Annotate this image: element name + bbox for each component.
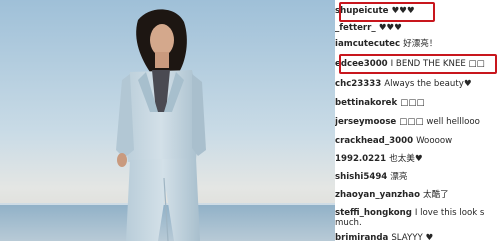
comment-text: I love this look s xyxy=(414,208,485,218)
comment: bettinakorek □□□ xyxy=(335,95,425,111)
comment-username[interactable]: iamcutecutec xyxy=(335,39,400,49)
comment-text: Woooow xyxy=(416,136,453,146)
comment-text: 漂亮 xyxy=(390,172,408,182)
highlight-box-first-comment xyxy=(339,2,435,22)
comments-panel: shupeicute ♥♥♥ _fetterr_ ♥♥♥ iamcutecutec 好… xyxy=(335,0,499,241)
comment-username[interactable]: zhaoyan_yanzhao xyxy=(335,190,420,200)
comment-username[interactable]: jerseymoose xyxy=(335,117,396,127)
comment-text: 好漂亮！ xyxy=(403,39,438,49)
comment: brimiranda SLAYYY ♥ xyxy=(335,230,433,241)
comment: jerseymoose □□□ well helllooo xyxy=(335,114,480,130)
comment-username[interactable]: bettinakorek xyxy=(335,98,397,108)
comment-text: □□□ xyxy=(400,98,425,108)
comment-text: 太酷了 xyxy=(422,190,449,200)
comment-username[interactable]: chc23333 xyxy=(335,79,381,89)
comment-username[interactable]: 1992.0221 xyxy=(335,154,386,164)
comment: crackhead_3000 Woooow xyxy=(335,133,452,149)
comment-username[interactable]: shishi5494 xyxy=(335,172,387,182)
comment-text: □□□ well helllooo xyxy=(399,117,480,127)
comment: zhaoyan_yanzhao 太酷了 xyxy=(335,187,449,203)
comment: chc23333 Always the beauty♥ xyxy=(335,76,472,92)
comment-username[interactable]: crackhead_3000 xyxy=(335,136,413,146)
woman-in-suit-photo xyxy=(0,0,335,241)
comment: 1992.0221 也太美♥ xyxy=(335,151,423,167)
highlight-box-fourth-comment xyxy=(339,54,497,74)
comment-text: 也太美♥ xyxy=(389,154,423,164)
comment: iamcutecutec 好漂亮！ xyxy=(335,36,437,52)
comment-username[interactable]: _fetterr_ xyxy=(335,23,376,33)
comment-username[interactable]: brimiranda xyxy=(335,233,388,241)
comment-text: ♥♥♥ xyxy=(378,23,402,33)
comment-continuation: much. xyxy=(335,215,362,231)
comment: shishi5494 漂亮 xyxy=(335,169,407,185)
comment: _fetterr_ ♥♥♥ xyxy=(335,20,402,36)
comment-text: Always the beauty♥ xyxy=(384,79,472,89)
comment-text: much. xyxy=(335,218,362,228)
comment-text: SLAYYY ♥ xyxy=(391,233,434,241)
post-photo xyxy=(0,0,335,241)
